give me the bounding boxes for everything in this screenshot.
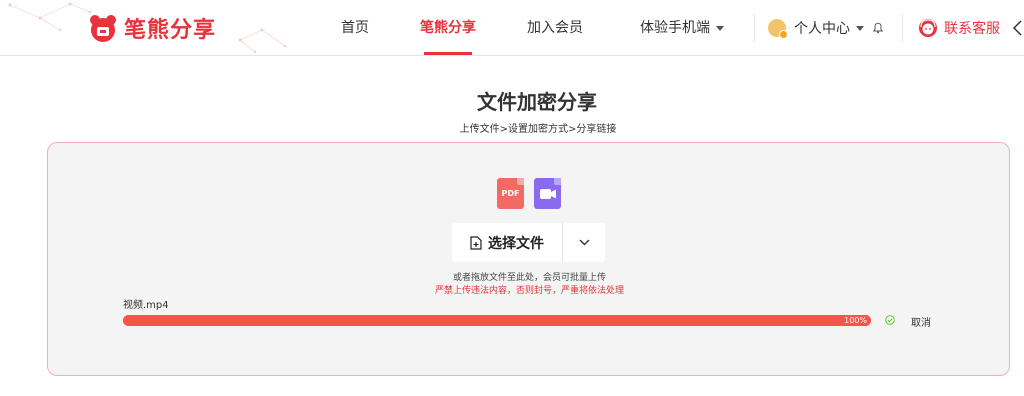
brand-name: 笔熊分享: [124, 18, 217, 43]
caret-down-icon: [716, 25, 724, 31]
customer-service-icon: [919, 19, 937, 37]
pdf-icon-label: PDF: [501, 189, 520, 198]
select-file-group: 选择文件: [452, 223, 605, 262]
active-nav-indicator: [424, 52, 472, 55]
nav-mobile-label: 体验手机端: [640, 20, 710, 36]
divider: [754, 14, 755, 42]
nav-bixiong-share[interactable]: 笔熊分享: [420, 0, 476, 56]
video-camera-icon: [539, 188, 556, 199]
video-icon: [534, 178, 561, 209]
file-type-icons: PDF: [497, 178, 561, 209]
select-file-label: 选择文件: [488, 235, 544, 252]
page-title: 文件加密分享: [477, 90, 597, 114]
legal-warning: 严禁上传违法内容，否则封号，严重将依法处理: [434, 286, 624, 296]
nav-home[interactable]: 首页: [341, 0, 369, 56]
check-circle-icon: [885, 315, 895, 325]
brand-logo[interactable]: 笔熊分享: [88, 10, 216, 46]
cancel-upload-button[interactable]: 取消: [911, 314, 931, 329]
upload-options-dropdown[interactable]: [563, 223, 605, 262]
avatar: [768, 19, 788, 39]
select-file-button[interactable]: 选择文件: [452, 223, 562, 262]
user-center-menu[interactable]: 个人中心: [768, 0, 884, 56]
contact-service-link[interactable]: 联系客服: [918, 0, 1000, 56]
upload-dropzone[interactable]: PDF 选择文件 或者拖放文件至此处，会员可批量上传 严禁上传违法内容，否则封号…: [47, 142, 1010, 376]
bell-icon[interactable]: [872, 22, 884, 34]
breadcrumb-steps: 上传文件>设置加密方式>分享链接: [459, 124, 617, 135]
divider: [902, 14, 903, 42]
user-center-label: 个人中心: [794, 21, 850, 37]
top-header: 笔熊分享 首页 笔熊分享 加入会员 体验手机端 个人中心 联系客服: [0, 0, 1024, 56]
uploaded-file-name: 视频.mp4: [123, 300, 169, 311]
progress-text: 100%: [844, 316, 867, 325]
drag-drop-hint: 或者拖放文件至此处，会员可批量上传: [452, 273, 606, 283]
nav-mobile-app[interactable]: 体验手机端: [640, 0, 724, 56]
pdf-icon: PDF: [497, 178, 524, 209]
bear-logo-icon: [90, 15, 116, 42]
chevron-left-icon[interactable]: [1012, 20, 1022, 36]
chevron-down-icon: [579, 239, 589, 246]
upload-progress-bar: 100%: [123, 315, 871, 326]
add-file-icon: [470, 235, 482, 250]
caret-down-icon: [856, 25, 864, 31]
contact-service-label: 联系客服: [944, 21, 1000, 37]
nav-join-member[interactable]: 加入会员: [527, 0, 583, 56]
progress-fill: [123, 315, 871, 326]
